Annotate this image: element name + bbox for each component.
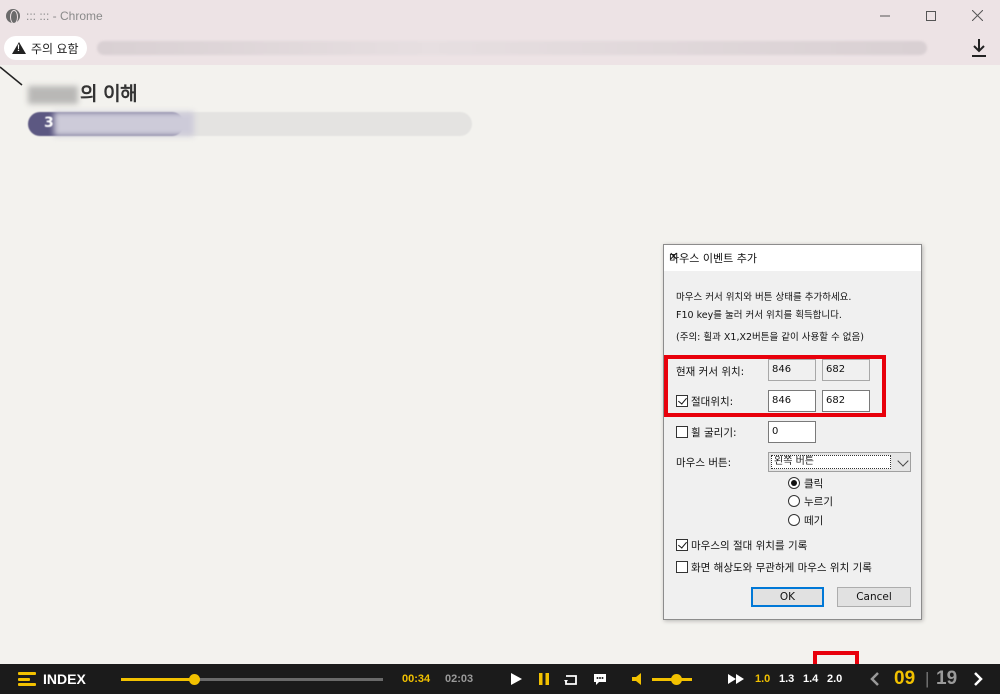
dialog-description-2: F10 key를 눌러 커서 위치를 획득합니다. [676, 310, 842, 321]
globe-icon [6, 8, 20, 24]
browser-titlebar: ::: ::: - Chrome [0, 0, 1000, 31]
radio-press[interactable] [788, 495, 800, 507]
wheel-label: 휠 굴리기: [691, 427, 737, 439]
mouse-button-selected: 왼쪽 버튼 [771, 455, 891, 469]
dialog-titlebar: 마우스 이벤트 추가 ✕ [664, 245, 921, 271]
warning-icon [12, 42, 26, 54]
add-mouse-event-dialog: 마우스 이벤트 추가 ✕ 마우스 커서 위치와 버튼 상태를 추가하세요. F1… [663, 244, 922, 620]
play-icon[interactable] [508, 671, 524, 687]
replay-icon[interactable] [563, 671, 579, 687]
record-absolute-checkbox[interactable] [676, 539, 688, 551]
highlight-box-position [664, 355, 886, 417]
download-icon[interactable] [970, 38, 988, 58]
window-title: ::: ::: - Chrome [26, 8, 103, 23]
blurred-text [54, 112, 194, 136]
radio-press-label: 누르기 [804, 496, 833, 508]
time-total: 02:03 [445, 673, 474, 685]
page-heading: 의 이해 [28, 79, 138, 106]
radio-release[interactable] [788, 514, 800, 526]
chevron-down-icon [897, 455, 909, 467]
mouse-button-label: 마우스 버튼: [676, 457, 732, 469]
previous-page-icon[interactable] [867, 671, 883, 687]
fast-forward-icon[interactable] [727, 671, 747, 687]
decorative-line [0, 66, 23, 86]
minimize-button[interactable] [862, 0, 908, 31]
seek-bar-fill [121, 678, 195, 681]
page-current: 09 [894, 668, 916, 689]
next-page-icon[interactable] [970, 671, 986, 687]
menu-icon[interactable] [18, 672, 36, 686]
dialog-description-1: 마우스 커서 위치와 버튼 상태를 추가하세요. [676, 292, 852, 303]
window-controls [862, 0, 1000, 31]
page-separator: | [925, 669, 930, 688]
ok-button[interactable]: OK [751, 587, 824, 607]
speed-option-1-4[interactable]: 1.4 [803, 673, 818, 685]
address-bar: 주의 요함 [0, 31, 1000, 65]
speed-option-2-0[interactable]: 2.0 [827, 673, 842, 685]
security-chip-label: 주의 요함 [31, 41, 79, 56]
volume-icon[interactable] [630, 671, 646, 687]
dialog-description-3: (주의: 휠과 X1,X2버튼을 같이 사용할 수 없음) [676, 332, 864, 343]
mouse-button-select[interactable]: 왼쪽 버튼 [768, 452, 911, 472]
volume-handle[interactable] [671, 674, 682, 685]
radio-release-label: 떼기 [804, 515, 824, 527]
record-resolution-checkbox[interactable] [676, 561, 688, 573]
time-current: 00:34 [402, 673, 431, 685]
blurred-text [28, 85, 78, 104]
radio-click[interactable] [788, 477, 800, 489]
record-absolute-label: 마우스의 절대 위치를 기록 [691, 540, 808, 552]
wheel-checkbox[interactable] [676, 426, 688, 438]
seek-bar[interactable] [121, 678, 383, 681]
close-icon[interactable]: ✕ [669, 250, 915, 263]
subtitle-pill: 3 [28, 112, 472, 136]
pill-number: 3 [44, 115, 54, 131]
caption-icon[interactable] [592, 671, 608, 687]
index-button[interactable]: INDEX [43, 671, 86, 687]
record-resolution-label: 화면 해상도와 무관하게 마우스 위치 기록 [691, 562, 872, 574]
security-chip[interactable]: 주의 요함 [4, 36, 87, 60]
pause-icon[interactable] [536, 671, 552, 687]
player-control-bar: INDEX 00:34 02:03 1.0 1.3 1.4 2.0 09 | 1… [0, 664, 1000, 694]
seek-handle[interactable] [189, 674, 201, 685]
speed-option-1-0[interactable]: 1.0 [755, 673, 770, 685]
speed-option-1-3[interactable]: 1.3 [779, 673, 794, 685]
cancel-button[interactable]: Cancel [837, 587, 911, 607]
maximize-button[interactable] [908, 0, 954, 31]
close-window-button[interactable] [954, 0, 1000, 31]
url-field[interactable] [96, 41, 927, 55]
page-total: 19 [936, 668, 958, 689]
radio-click-label: 클릭 [804, 478, 824, 490]
wheel-value-field[interactable]: 0 [768, 421, 816, 443]
